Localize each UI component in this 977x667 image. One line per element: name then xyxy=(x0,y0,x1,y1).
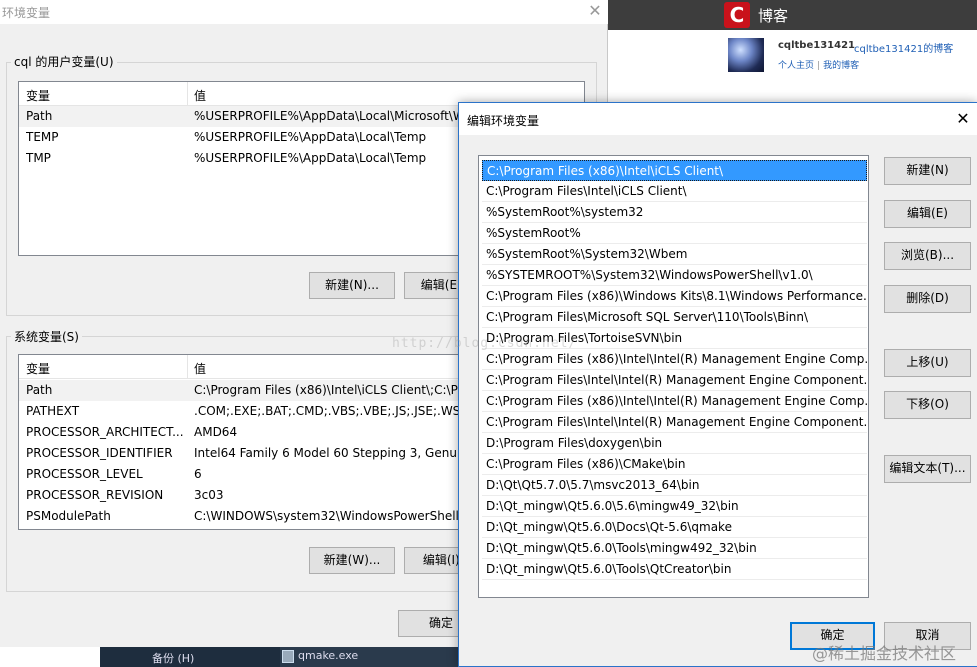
list-item[interactable]: %SystemRoot%\System32\Wbem xyxy=(482,244,867,265)
list-item[interactable]: C:\Program Files (x86)\Intel\iCLS Client… xyxy=(482,160,867,181)
move-up-button[interactable]: 上移(U) xyxy=(884,349,971,377)
list-item[interactable]: D:\Qt\Qt5.7.0\5.7\msvc2013_64\bin xyxy=(482,475,867,496)
system-variables-legend: 系统变量(S) xyxy=(11,328,82,345)
edit-environment-variable-dialog: 编辑环境变量 ✕ C:\Program Files (x86)\Intel\iC… xyxy=(458,102,977,667)
move-down-button[interactable]: 下移(O) xyxy=(884,391,971,419)
close-icon[interactable]: ✕ xyxy=(582,0,608,24)
edit-dialog-titlebar[interactable]: 编辑环境变量 ✕ xyxy=(459,103,977,135)
list-item[interactable]: C:\Program Files\Intel\Intel(R) Manageme… xyxy=(482,412,867,433)
list-item[interactable]: C:\Program Files\Intel\iCLS Client\ xyxy=(482,181,867,202)
delete-button[interactable]: 删除(D) xyxy=(884,285,971,313)
watermark-corner: @稀土掘金技术社区 xyxy=(812,644,957,663)
blog-title[interactable]: 博客 xyxy=(758,5,788,26)
column-header-value[interactable]: 值 xyxy=(194,360,206,377)
taskbar: 备份 (H) qmake.exe xyxy=(100,647,458,667)
column-header-value[interactable]: 值 xyxy=(194,87,206,104)
watermark: http://blog.csdn.net/ xyxy=(392,336,578,351)
list-item[interactable]: C:\Program Files (x86)\Intel\Intel(R) Ma… xyxy=(482,349,867,370)
variable-name: PROCESSOR_REVISION xyxy=(26,488,164,502)
list-item[interactable]: %SystemRoot%\system32 xyxy=(482,202,867,223)
list-item[interactable]: C:\Program Files\Intel\Intel(R) Manageme… xyxy=(482,370,867,391)
edit-entry-button[interactable]: 编辑(E) xyxy=(884,200,971,228)
blog-header: C 博客 xyxy=(608,0,977,30)
my-blog-link[interactable]: 我的博客 xyxy=(823,61,859,71)
variable-name: PATHEXT xyxy=(26,404,80,418)
avatar[interactable] xyxy=(728,38,764,72)
path-entries-list[interactable]: C:\Program Files (x86)\Intel\iCLS Client… xyxy=(478,155,869,598)
column-header-variable[interactable]: 变量 xyxy=(26,360,50,377)
file-icon xyxy=(282,650,294,663)
system-new-button[interactable]: 新建(W)... xyxy=(309,547,395,574)
variable-name: TEMP xyxy=(26,130,59,144)
variable-name: TMP xyxy=(26,151,51,165)
taskbar-left-label[interactable]: 备份 (H) xyxy=(152,650,194,666)
list-item[interactable]: C:\Program Files (x86)\Windows Kits\8.1\… xyxy=(482,286,867,307)
list-item[interactable]: D:\Qt_mingw\Qt5.6.0\Tools\QtCreator\bin xyxy=(482,559,867,580)
list-item[interactable]: D:\Qt_mingw\Qt5.6.0\Tools\mingw492_32\bi… xyxy=(482,538,867,559)
variable-name: PROCESSOR_LEVEL xyxy=(26,467,143,481)
column-separator[interactable] xyxy=(187,355,188,379)
user-new-button[interactable]: 新建(N)... xyxy=(309,272,395,299)
list-item[interactable]: %SYSTEMROOT%\System32\WindowsPowerShell\… xyxy=(482,265,867,286)
list-item[interactable]: C:\Program Files\Microsoft SQL Server\11… xyxy=(482,307,867,328)
user-variables-legend: cql 的用户变量(U) xyxy=(11,53,117,70)
edit-text-button[interactable]: 编辑文本(T)... xyxy=(884,455,971,483)
variable-name: PROCESSOR_ARCHITECT... xyxy=(26,425,184,439)
close-icon[interactable]: ✕ xyxy=(949,105,977,133)
column-header-variable[interactable]: 变量 xyxy=(26,87,50,104)
browse-button[interactable]: 浏览(B)... xyxy=(884,242,971,270)
variable-name: Path xyxy=(26,383,53,397)
edit-dialog-title: 编辑环境变量 xyxy=(467,114,540,128)
home-link[interactable]: 个人主页 xyxy=(778,61,814,71)
blog-user-links: 个人主页 | 我的博客 xyxy=(778,58,859,71)
taskbar-item-label: qmake.exe xyxy=(298,649,359,662)
blog-link[interactable]: cqltbe131421的博客 xyxy=(854,40,953,55)
link-separator: | xyxy=(817,61,821,71)
list-item[interactable]: D:\Program Files\doxygen\bin xyxy=(482,433,867,454)
variable-name: Path xyxy=(26,109,53,123)
list-item[interactable]: %SystemRoot% xyxy=(482,223,867,244)
list-item[interactable]: C:\Program Files (x86)\Intel\Intel(R) Ma… xyxy=(482,391,867,412)
blog-username[interactable]: cqltbe131421 xyxy=(778,40,855,51)
list-item[interactable]: C:\Program Files (x86)\CMake\bin xyxy=(482,454,867,475)
taskbar-item-qmake[interactable]: qmake.exe xyxy=(280,647,458,667)
column-separator[interactable] xyxy=(187,82,188,106)
new-entry-button[interactable]: 新建(N) xyxy=(884,157,971,185)
variable-name: PROCESSOR_IDENTIFIER xyxy=(26,446,173,460)
env-dialog-titlebar[interactable]: 环境变量 ✕ xyxy=(0,0,608,24)
variable-name: PSModulePath xyxy=(26,509,111,523)
csdn-logo-icon: C xyxy=(724,2,750,28)
list-item[interactable]: D:\Qt_mingw\Qt5.6.0\5.6\mingw49_32\bin xyxy=(482,496,867,517)
env-dialog-title: 环境变量 xyxy=(2,6,51,20)
list-item[interactable]: D:\Qt_mingw\Qt5.6.0\Docs\Qt-5.6\qmake xyxy=(482,517,867,538)
